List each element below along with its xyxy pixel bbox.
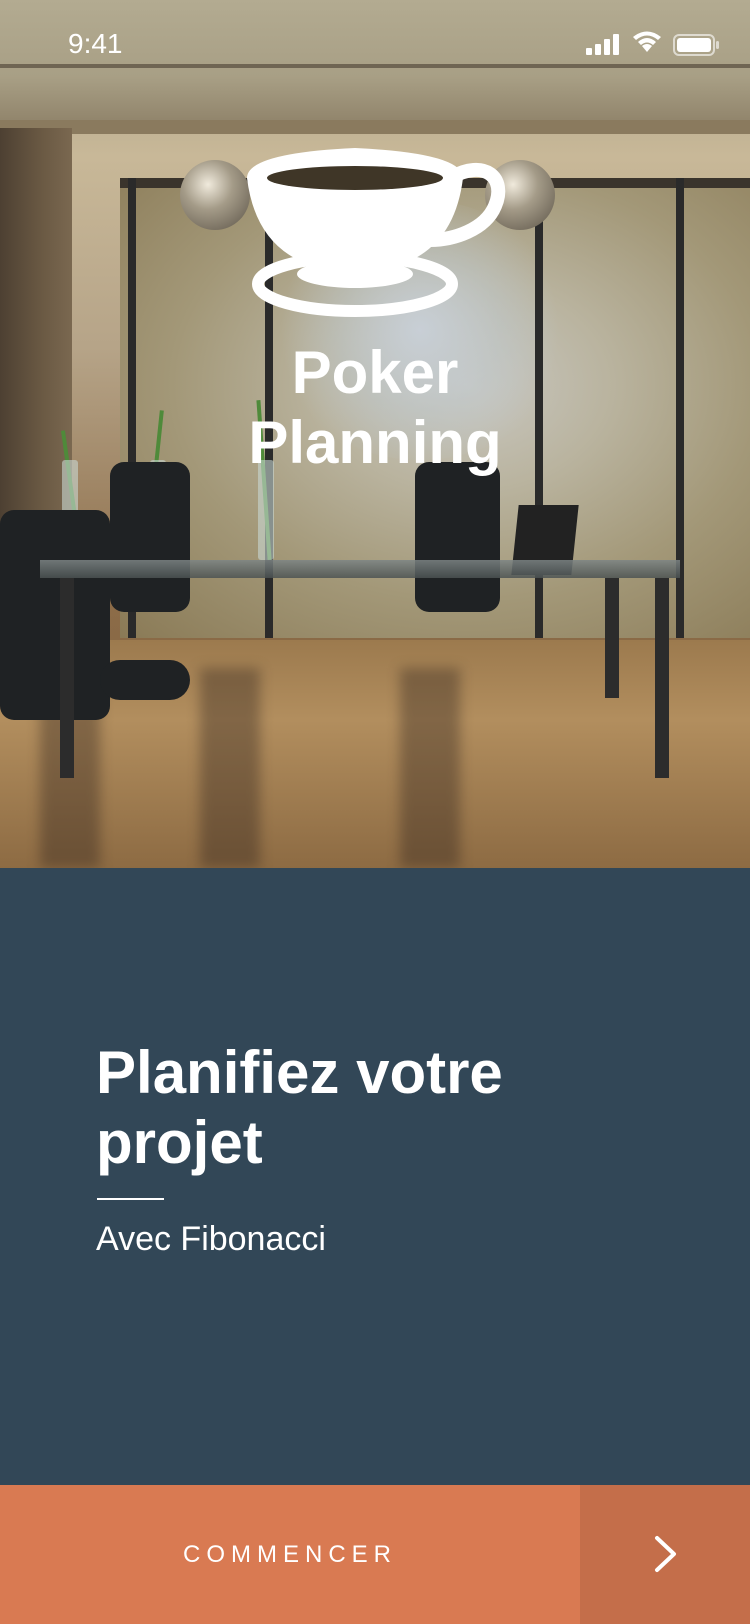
headline-line1: Planifiez votre <box>96 1039 503 1106</box>
coffee-cup-icon <box>247 148 506 317</box>
intro-panel: Planifiez votre projet Avec Fibonacci <box>0 868 750 1485</box>
status-time: 9:41 <box>68 28 123 59</box>
conference-table <box>40 560 680 578</box>
cellular-signal-icon <box>586 34 619 55</box>
wifi-icon <box>633 31 661 52</box>
status-bar: 9:41 <box>0 0 750 88</box>
office-chair <box>110 462 190 612</box>
start-button[interactable]: COMMENCER <box>0 1485 580 1624</box>
action-bar: COMMENCER <box>0 1485 750 1624</box>
chair-seat <box>100 660 190 700</box>
divider <box>97 1198 164 1200</box>
office-chair <box>0 510 110 720</box>
floor-reflection <box>200 668 260 868</box>
office-chair <box>415 462 500 612</box>
hero-image: Poker Planning 9:41 <box>0 0 750 868</box>
subtitle: Avec Fibonacci <box>96 1220 326 1258</box>
table-leg <box>60 578 74 778</box>
next-button[interactable] <box>580 1485 750 1624</box>
headline-line2: projet <box>96 1109 263 1176</box>
app-title: Poker Planning <box>200 338 550 478</box>
floor-reflection <box>400 668 460 868</box>
soffit <box>0 120 750 134</box>
table-leg <box>605 578 619 698</box>
app-title-line1: Poker <box>291 339 459 406</box>
headline: Planifiez votre projet <box>96 1038 656 1178</box>
battery-icon <box>673 34 719 56</box>
table-leg <box>655 578 669 778</box>
app-title-line2: Planning <box>248 409 502 476</box>
pendant-lamp <box>180 160 250 230</box>
chevron-right-icon <box>655 1536 676 1572</box>
